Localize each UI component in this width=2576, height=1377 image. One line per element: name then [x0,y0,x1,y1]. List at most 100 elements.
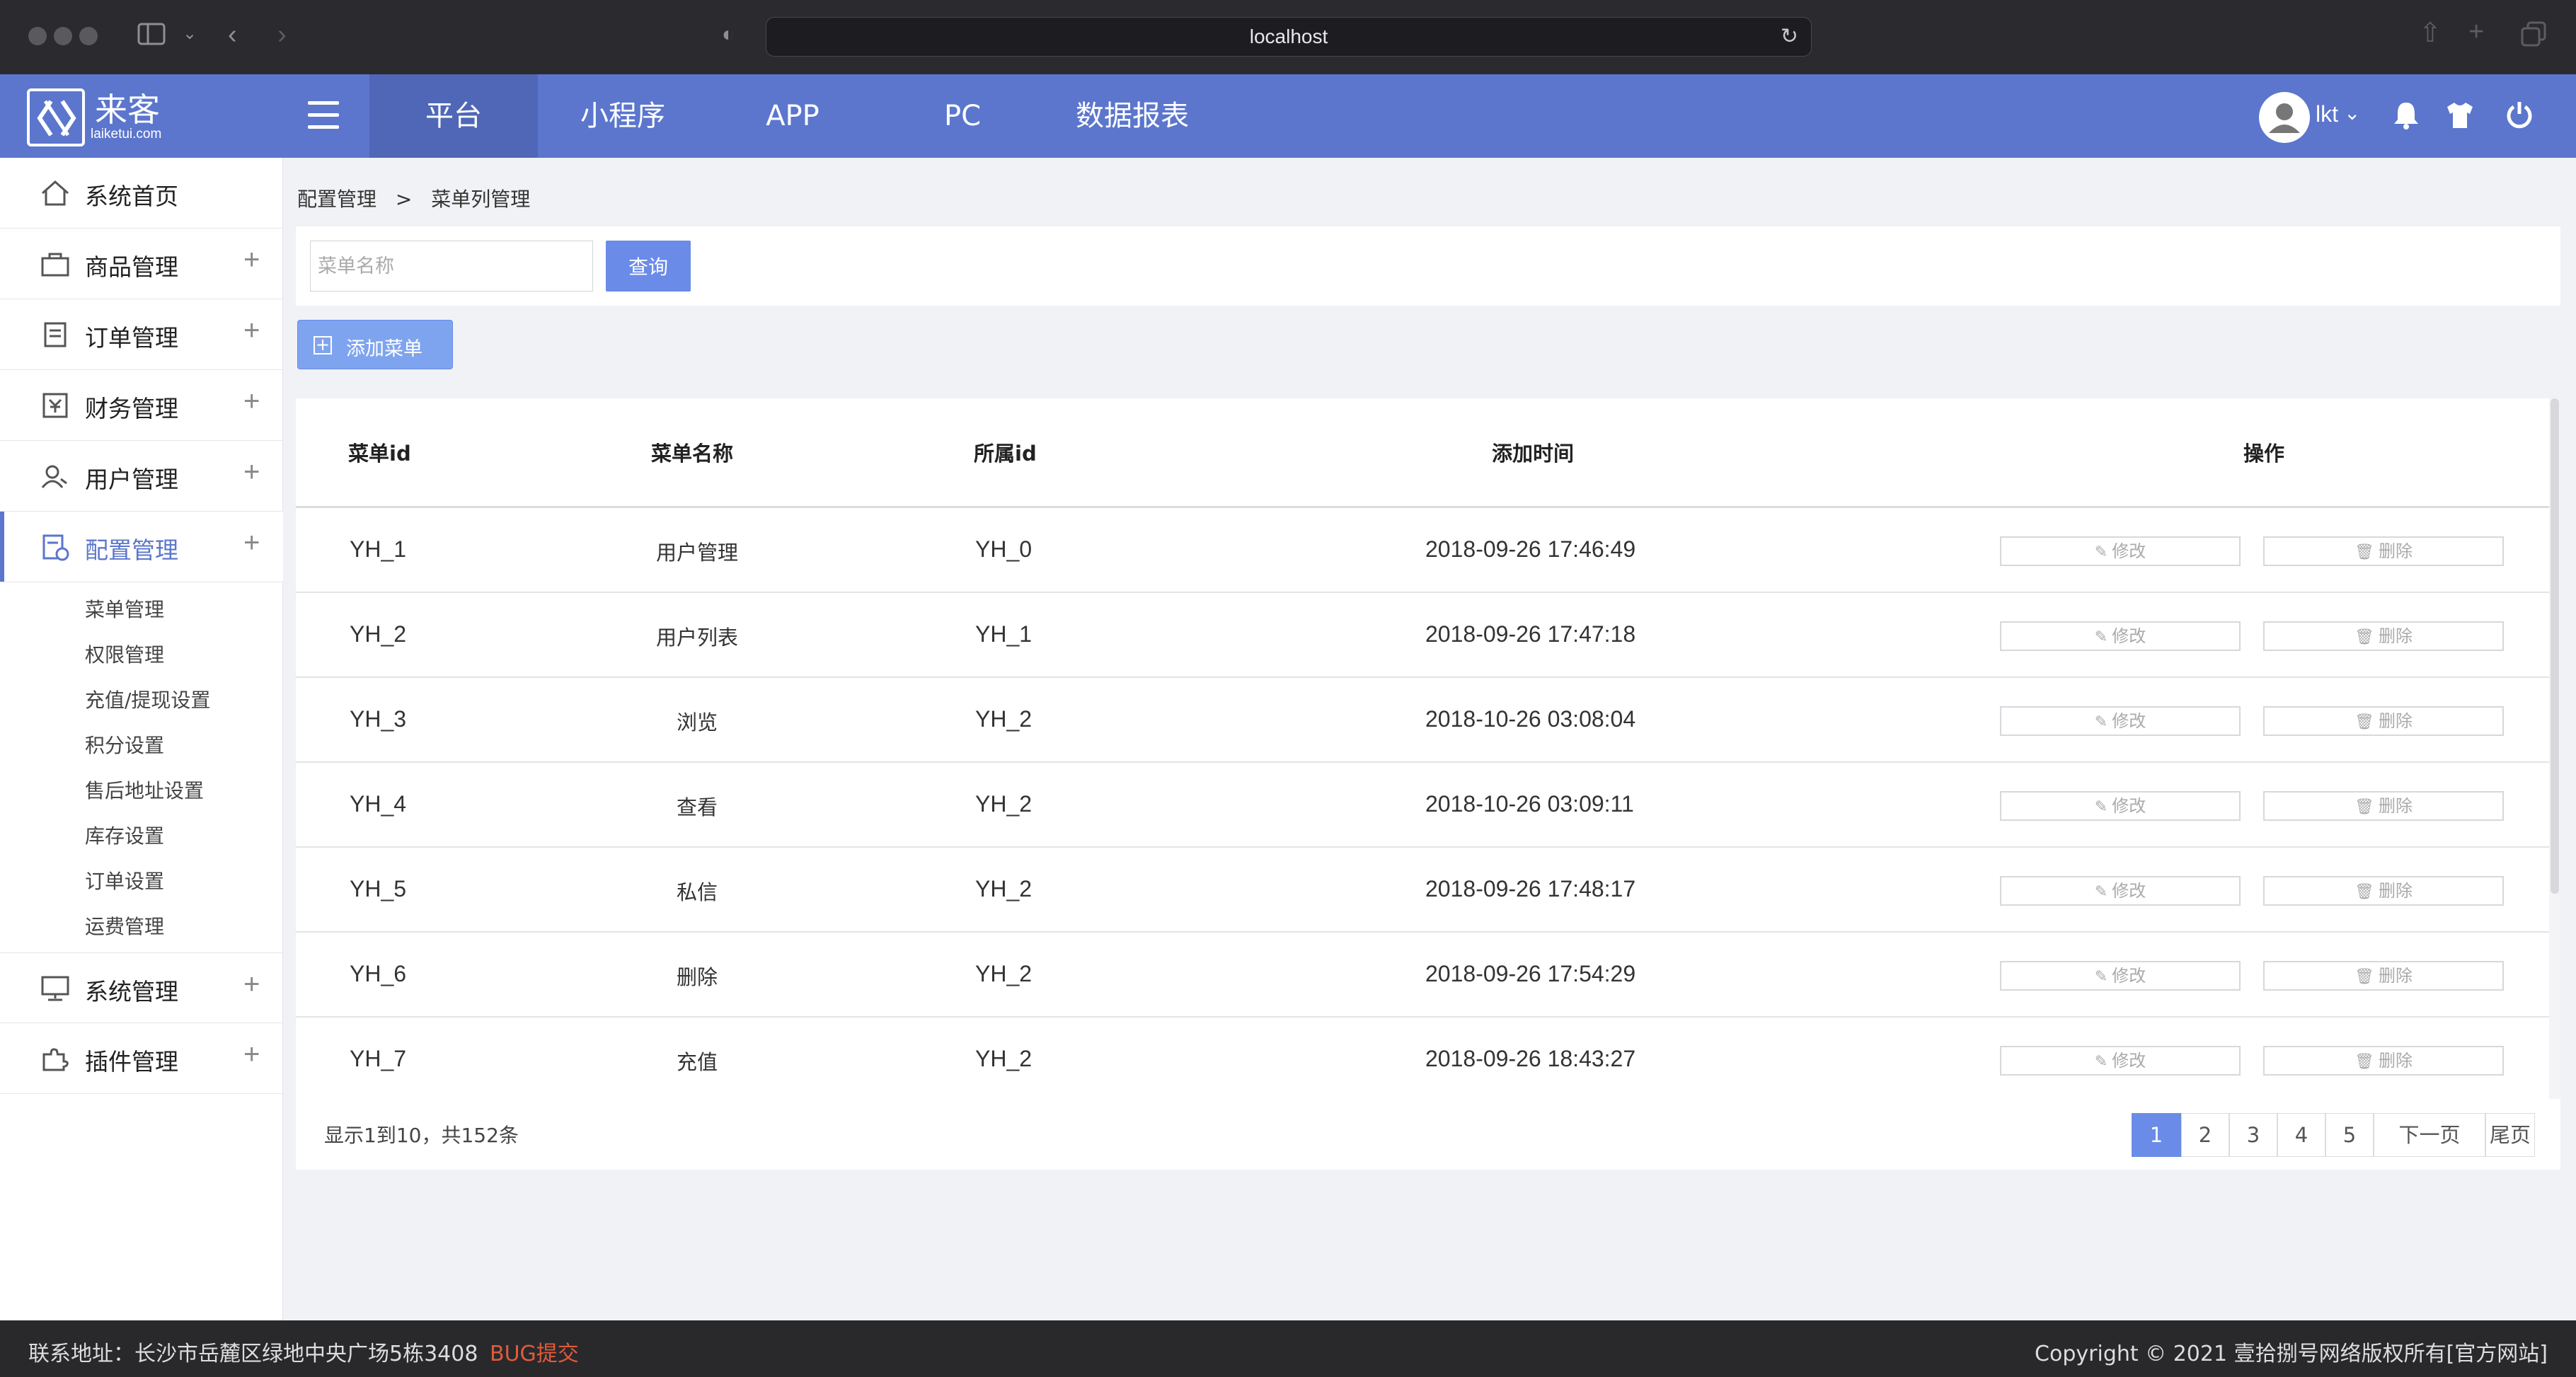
column-header-id: 菜单id [348,442,411,466]
window-minimize-button[interactable] [54,27,72,45]
edit-label: 修改 [2112,541,2146,561]
tab-overview-icon[interactable] [2521,21,2546,52]
sidebar-item-orders[interactable]: 订单管理 + [0,299,283,370]
user-name[interactable]: lkt [2316,101,2338,127]
expand-plus-icon[interactable]: + [243,386,260,417]
sidebar-item-label: 系统首页 [85,183,178,210]
top-navigation: 来客 laiketui.com 平台 小程序 APP PC 数据报表 lkt ⌄ [0,74,2576,158]
page-3-button[interactable]: 3 [2229,1113,2277,1157]
edit-button[interactable]: ✎ 修改 [2000,706,2241,736]
edit-icon: ✎ [2094,1053,2108,1071]
sidebar-toggle-icon[interactable] [137,21,166,52]
shirt-icon[interactable] [2446,100,2474,134]
sidebar-item-label: 配置管理 [85,536,178,564]
tab-app[interactable]: APP [708,74,878,158]
tab-data-report[interactable]: 数据报表 [1047,74,1217,158]
edit-button[interactable]: ✎ 修改 [2000,536,2241,566]
sidebar-item-config[interactable]: 配置管理 + [0,512,283,582]
share-icon[interactable]: ⇧ [2419,20,2442,47]
delete-button[interactable]: 🗑 删除 [2263,876,2504,906]
config-icon [42,534,69,561]
sidebar-item-home[interactable]: 系统首页 [0,158,283,229]
sidebar-item-finance[interactable]: 财务管理 + [0,370,283,441]
breadcrumb-current: 菜单列管理 [431,188,531,211]
edit-button[interactable]: ✎ 修改 [2000,621,2241,651]
delete-button[interactable]: 🗑 删除 [2263,536,2504,566]
window-close-button[interactable] [28,27,47,45]
sidebar-subitem-aftersale[interactable]: 售后地址设置 [85,776,204,804]
page-1-button[interactable]: 1 [2132,1113,2181,1157]
cell-menu-name: 私信 [676,880,718,904]
sidebar-subitem-permission[interactable]: 权限管理 [85,640,164,668]
edit-icon: ✎ [2094,798,2108,816]
page-2-button[interactable]: 2 [2181,1113,2229,1157]
logo-icon[interactable] [27,88,85,146]
sidebar-item-users[interactable]: 用户管理 + [0,441,283,512]
tab-mini-program[interactable]: 小程序 [538,74,708,158]
cell-menu-name: 用户列表 [655,626,738,650]
chevron-down-icon[interactable]: ⌄ [2344,101,2360,125]
tab-platform[interactable]: 平台 [369,74,538,158]
trash-icon: 🗑 [2354,968,2374,986]
delete-button[interactable]: 🗑 删除 [2263,961,2504,991]
sidebar-subitem-menu[interactable]: 菜单管理 [85,594,164,623]
window-zoom-button[interactable] [79,27,98,45]
edit-button[interactable]: ✎ 修改 [2000,791,2241,821]
breadcrumb-root[interactable]: 配置管理 [297,188,376,211]
sidebar-item-label: 财务管理 [85,395,178,422]
next-page-button[interactable]: 下一页 [2374,1113,2485,1157]
chevron-down-icon[interactable]: ⌄ [183,25,197,42]
page-5-button[interactable]: 5 [2325,1113,2374,1157]
edit-icon: ✎ [2094,968,2108,986]
cell-parent-id: YH_2 [975,876,1033,901]
user-avatar[interactable] [2259,92,2310,143]
footer: 联系地址：长沙市岳麓区绿地中央广场5栋3408 BUG提交 Copyright … [0,1320,2576,1377]
back-arrow-icon[interactable]: ‹ [228,21,237,48]
delete-button[interactable]: 🗑 删除 [2263,621,2504,651]
footer-copyright[interactable]: Copyright © 2021 壹拾捌号网络版权所有[官方网站] [2035,1336,2548,1367]
sidebar-item-plugins[interactable]: 插件管理 + [0,1023,283,1094]
delete-button[interactable]: 🗑 删除 [2263,706,2504,736]
bell-icon[interactable] [2392,100,2420,134]
expand-plus-icon[interactable]: + [243,244,260,276]
expand-plus-icon[interactable]: + [243,1039,260,1071]
sidebar-item-system[interactable]: 系统管理 + [0,952,283,1023]
last-page-button[interactable]: 尾页 [2485,1113,2535,1157]
delete-button[interactable]: 🗑 删除 [2263,1046,2504,1076]
expand-plus-icon[interactable]: + [243,456,260,488]
menu-name-search-input[interactable] [310,241,593,292]
expand-plus-icon[interactable]: + [243,315,260,347]
edit-button[interactable]: ✎ 修改 [2000,876,2241,906]
hamburger-menu-icon[interactable] [308,101,339,129]
sidebar-subitem-recharge[interactable]: 充值/提现设置 [85,685,210,713]
cell-added-time: 2018-09-26 17:54:29 [1425,961,1636,986]
address-bar[interactable]: localhost ↻ [766,17,1812,57]
new-tab-icon[interactable]: + [2468,18,2484,45]
forward-arrow-icon[interactable]: › [277,21,287,48]
menu-table: 菜单id 菜单名称 所属id 添加时间 操作 YH_1 用户管理 YH_0 2018-… [296,398,2549,1106]
bug-report-link[interactable]: BUG提交 [490,1336,579,1367]
delete-button[interactable]: 🗑 删除 [2263,791,2504,821]
pagination-summary: 显示1到10，共152条 [324,1124,519,1147]
cell-menu-name: 浏览 [676,710,718,734]
sidebar-subitem-freight[interactable]: 运费管理 [85,911,164,940]
page-4-button[interactable]: 4 [2277,1113,2325,1157]
sidebar-subitem-stock[interactable]: 库存设置 [85,821,164,849]
edit-button[interactable]: ✎ 修改 [2000,961,2241,991]
sidebar-subitem-order-settings[interactable]: 订单设置 [85,866,164,894]
table-row: YH_1 用户管理 YH_0 2018-09-26 17:46:49 ✎ 修改 🗑 删除 [296,508,2549,593]
power-icon[interactable] [2505,100,2534,134]
add-menu-button[interactable]: + 添加菜单 [297,320,453,369]
edit-icon: ✎ [2094,713,2108,731]
expand-plus-icon[interactable]: + [243,527,260,559]
reload-icon[interactable]: ↻ [1781,18,1798,56]
query-button[interactable]: 查询 [606,241,691,292]
edit-button[interactable]: ✎ 修改 [2000,1046,2241,1076]
sidebar-subitem-points[interactable]: 积分设置 [85,730,164,759]
delete-label: 删除 [2378,541,2413,561]
expand-plus-icon[interactable]: + [243,969,260,1001]
sidebar-item-goods[interactable]: 商品管理 + [0,229,283,299]
tab-pc[interactable]: PC [878,74,1047,158]
table-scrollbar-thumb[interactable] [2551,398,2559,894]
cell-menu-name: 删除 [676,965,718,989]
